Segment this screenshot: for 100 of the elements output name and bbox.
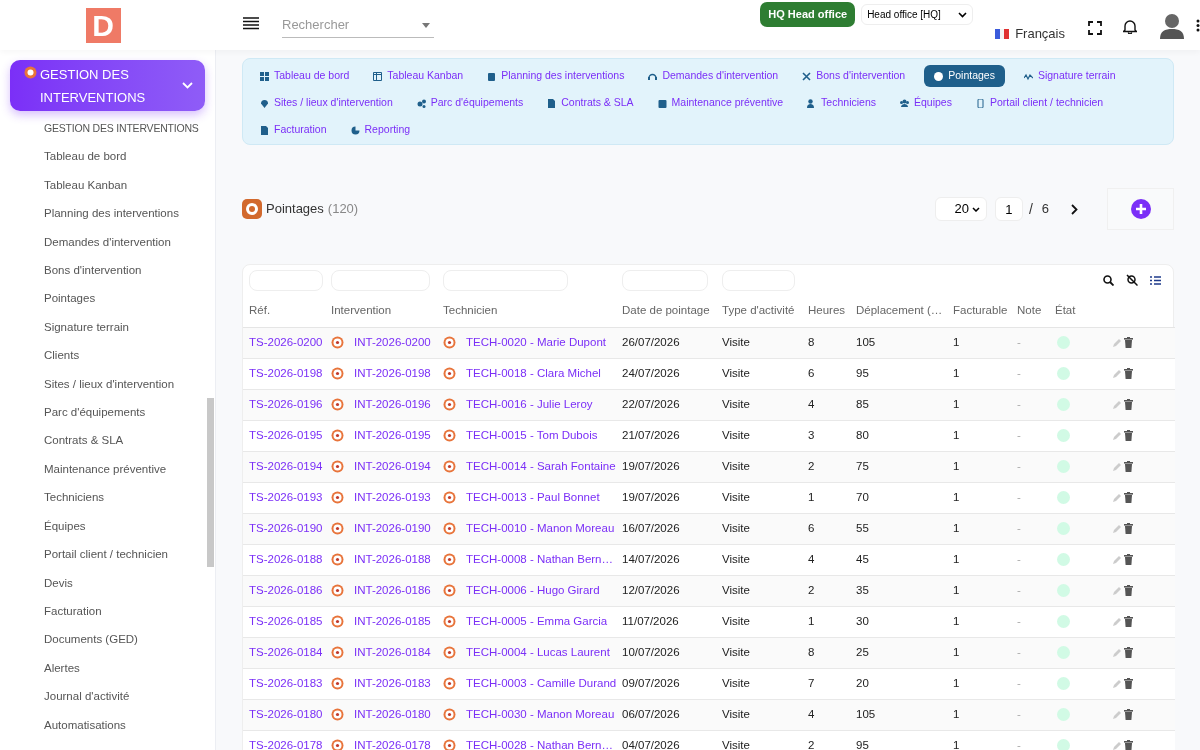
sidebar-item[interactable]: Documents (GED) <box>44 625 138 654</box>
subnav-tab[interactable]: Contrats & SLA <box>542 92 639 114</box>
record-link[interactable]: TS-2026-0198 <box>249 366 323 379</box>
sidebar-item[interactable]: Bons d'intervention <box>44 256 142 285</box>
subnav-tab[interactable]: Sites / lieux d'intervention <box>255 92 398 114</box>
delete-icon[interactable] <box>1124 554 1133 565</box>
sidebar-item[interactable]: Devis <box>44 568 73 597</box>
delete-icon[interactable] <box>1124 368 1133 379</box>
intervention-link[interactable]: INT-2026-0190 <box>354 519 431 538</box>
sidebar-item[interactable]: Tableau de bord <box>44 142 127 171</box>
delete-icon[interactable] <box>1124 678 1133 689</box>
sidebar-item[interactable]: Planning des interventions <box>44 199 179 228</box>
intervention-link[interactable]: INT-2026-0198 <box>354 364 431 383</box>
list-icon[interactable] <box>1150 275 1161 285</box>
sidebar-item[interactable]: Techniciens <box>44 483 105 512</box>
scrollbar[interactable] <box>207 398 214 567</box>
sidebar-item[interactable]: Signature terrain <box>44 312 130 342</box>
technician-link[interactable]: TECH-0010 - Manon Moreau <box>466 519 615 538</box>
technician-link[interactable]: TECH-0030 - Manon Moreau <box>466 705 615 724</box>
intervention-link[interactable]: INT-2026-0178 <box>354 736 431 750</box>
clear-search-icon[interactable] <box>1126 274 1138 286</box>
sidebar-item[interactable]: Maintenance préventive <box>44 454 167 484</box>
record-link[interactable]: TS-2026-0186 <box>249 583 323 596</box>
technician-link[interactable]: TECH-0013 - Paul Bonnet <box>466 488 600 507</box>
subnav-tab[interactable]: Pointages <box>924 65 1005 87</box>
delete-icon[interactable] <box>1124 492 1133 503</box>
add-button[interactable] <box>1107 188 1174 230</box>
subnav-tab[interactable]: Bons d'intervention <box>797 65 911 87</box>
sidebar-item[interactable]: Équipes <box>44 511 86 541</box>
subnav-tab[interactable]: Portail client / technicien <box>970 92 1109 114</box>
sidebar-item[interactable]: Facturation <box>44 596 102 626</box>
record-link[interactable]: TS-2026-0200 <box>249 335 323 348</box>
sidebar-item[interactable]: Portail client / technicien <box>44 540 168 569</box>
subnav-tab[interactable]: Demandes d'intervention <box>643 65 784 87</box>
delete-icon[interactable] <box>1124 647 1133 658</box>
sidebar-item[interactable]: Pointages <box>44 284 96 313</box>
delete-icon[interactable] <box>1124 399 1133 410</box>
record-link[interactable]: TS-2026-0188 <box>249 552 323 565</box>
technician-link[interactable]: TECH-0003 - Camille Durand <box>466 674 617 693</box>
record-link[interactable]: TS-2026-0195 <box>249 428 323 441</box>
sidebar-item[interactable]: Sites / lieux d'intervention <box>44 369 175 399</box>
technician-link[interactable]: TECH-0005 - Emma Garcia <box>466 612 608 631</box>
record-link[interactable]: TS-2026-0193 <box>249 490 323 503</box>
technician-link[interactable]: TECH-0004 - Lucas Laurent <box>466 643 610 662</box>
intervention-link[interactable]: INT-2026-0194 <box>354 457 431 476</box>
subnav-tab[interactable]: Parc d'équipements <box>411 92 529 114</box>
sidebar-item[interactable]: Contrats & SLA <box>44 426 124 455</box>
sidebar-item[interactable]: Journal d'activité <box>44 682 130 711</box>
next-page-icon[interactable] <box>1071 203 1078 215</box>
language-selector[interactable]: Français <box>1015 24 1065 44</box>
subnav-tab[interactable]: Facturation <box>255 119 332 141</box>
sidebar-item[interactable]: Clients <box>44 341 80 370</box>
record-link[interactable]: TS-2026-0184 <box>249 645 323 658</box>
search-field[interactable]: Rechercher <box>282 12 434 38</box>
delete-icon[interactable] <box>1124 430 1133 441</box>
delete-icon[interactable] <box>1124 461 1133 472</box>
intervention-link[interactable]: INT-2026-0200 <box>354 333 431 352</box>
sidebar-section-header[interactable]: GESTION DES INTERVENTIONS <box>10 60 205 111</box>
sidebar-item[interactable]: Parc d'équipements <box>44 398 146 427</box>
record-link[interactable]: TS-2026-0180 <box>249 707 323 720</box>
subnav-tab[interactable]: Signature terrain <box>1018 65 1121 87</box>
intervention-link[interactable]: INT-2026-0184 <box>354 643 431 662</box>
technician-link[interactable]: TECH-0008 - Nathan Bern… <box>466 550 613 569</box>
record-link[interactable]: TS-2026-0178 <box>249 738 323 750</box>
technician-link[interactable]: TECH-0006 - Hugo Girard <box>466 581 600 600</box>
record-link[interactable]: TS-2026-0196 <box>249 397 323 410</box>
intervention-link[interactable]: INT-2026-0180 <box>354 705 431 724</box>
technician-link[interactable]: TECH-0015 - Tom Dubois <box>466 426 598 445</box>
office-badge[interactable]: HQ Head office <box>760 2 856 27</box>
subnav-tab[interactable]: Maintenance préventive <box>652 92 789 114</box>
page-size-select[interactable]: 20 <box>934 197 987 221</box>
delete-icon[interactable] <box>1124 740 1133 750</box>
technician-link[interactable]: TECH-0028 - Nathan Bern… <box>466 736 613 750</box>
record-link[interactable]: TS-2026-0194 <box>249 459 323 472</box>
delete-icon[interactable] <box>1124 337 1133 348</box>
intervention-link[interactable]: INT-2026-0196 <box>354 395 431 414</box>
record-link[interactable]: TS-2026-0183 <box>249 676 323 689</box>
menu-icon[interactable] <box>243 17 259 30</box>
subnav-tab[interactable]: Tableau de bord <box>255 65 355 87</box>
sidebar-item[interactable]: Tableau Kanban <box>44 170 128 200</box>
subnav-tab[interactable]: Reporting <box>345 119 416 141</box>
intervention-link[interactable]: INT-2026-0188 <box>354 550 431 569</box>
page-input[interactable]: 1 <box>994 197 1023 221</box>
fullscreen-icon[interactable] <box>1088 21 1102 35</box>
technician-link[interactable]: TECH-0016 - Julie Leroy <box>466 395 593 414</box>
record-link[interactable]: TS-2026-0190 <box>249 521 323 534</box>
office-select[interactable]: Head office [HQ] <box>861 4 974 25</box>
intervention-link[interactable]: INT-2026-0185 <box>354 612 431 631</box>
more-icon[interactable] <box>1196 19 1200 32</box>
technician-link[interactable]: TECH-0014 - Sarah Fontaine <box>466 457 616 476</box>
subnav-tab[interactable]: Techniciens <box>802 92 881 114</box>
intervention-link[interactable]: INT-2026-0193 <box>354 488 431 507</box>
technician-link[interactable]: TECH-0018 - Clara Michel <box>466 364 601 383</box>
delete-icon[interactable] <box>1124 585 1133 596</box>
sidebar-item[interactable]: GESTION DES INTERVENTIONS <box>44 114 199 143</box>
technician-link[interactable]: TECH-0020 - Marie Dupont <box>466 333 606 352</box>
search-icon[interactable] <box>1103 274 1114 286</box>
intervention-link[interactable]: INT-2026-0183 <box>354 674 431 693</box>
subnav-tab[interactable]: Équipes <box>895 92 957 114</box>
bell-icon[interactable] <box>1123 19 1137 34</box>
